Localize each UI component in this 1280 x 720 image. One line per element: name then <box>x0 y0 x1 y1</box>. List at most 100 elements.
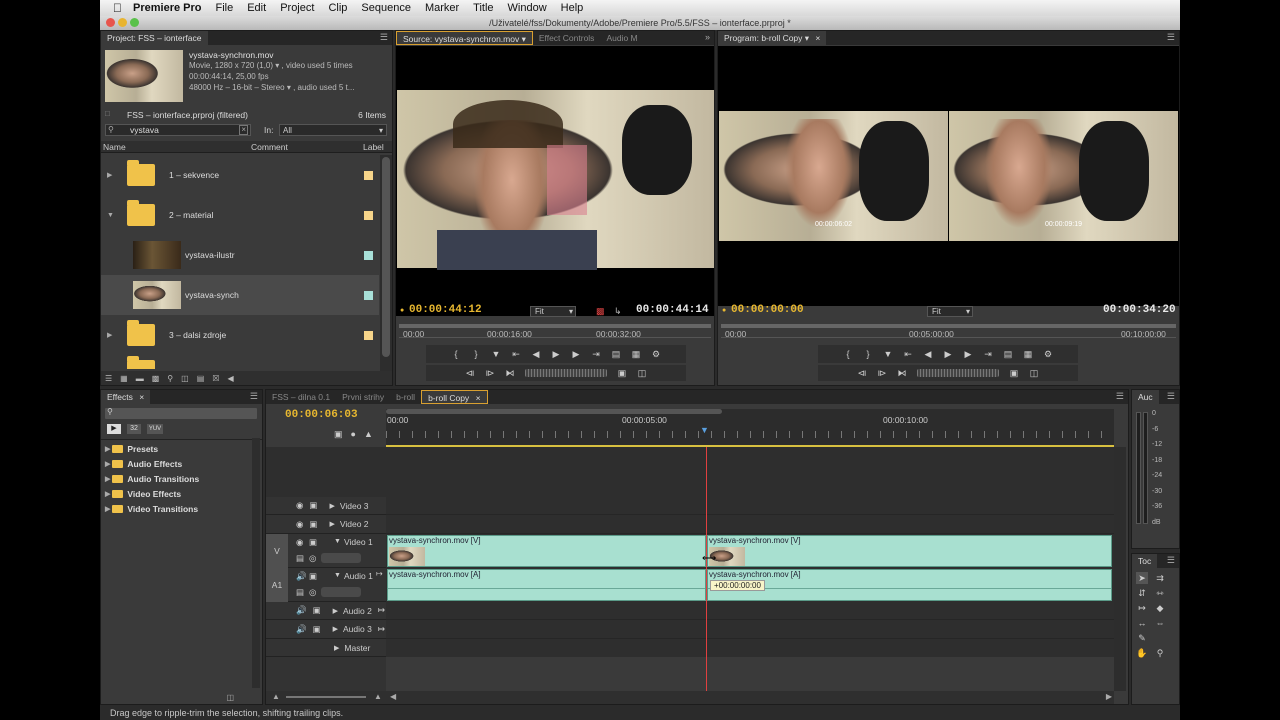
menu-window[interactable]: Window <box>501 0 554 16</box>
keyframe-icon[interactable]: ◎ <box>309 587 316 598</box>
keyframe-nav-control[interactable] <box>321 587 361 597</box>
tab-audio-meters[interactable]: Auc <box>1132 390 1159 404</box>
track-lane-video-3[interactable] <box>386 497 1114 515</box>
close-tab-icon[interactable]: × <box>476 393 481 403</box>
go-to-in-icon[interactable]: ⇤ <box>903 349 913 360</box>
lock-icon[interactable]: ▣ <box>309 519 317 530</box>
mark-in-icon[interactable]: { <box>451 349 461 359</box>
audio-clip[interactable]: vystava-synchron.mov [A] <box>387 569 706 601</box>
video-clip[interactable]: vystava-synchron.mov [V] <box>387 535 706 567</box>
track-lane-audio-3[interactable] <box>386 620 1114 639</box>
track-select-tool-icon[interactable]: ⇉ <box>1154 572 1166 584</box>
extract-icon[interactable]: ▦ <box>1023 349 1033 360</box>
trim-monitor-icon[interactable]: ▣ <box>1009 368 1019 379</box>
insert-clip-icon[interactable]: ▤ <box>611 349 621 360</box>
zoom-window-button[interactable] <box>130 18 139 27</box>
sync-lock-icon[interactable]: ↦ <box>378 624 385 635</box>
minimize-window-button[interactable] <box>118 18 127 27</box>
expander-icon[interactable]: ▶ <box>105 490 110 498</box>
column-label[interactable]: Label <box>363 142 384 152</box>
clear-search-icon[interactable]: × <box>239 125 248 135</box>
project-row-folder[interactable]: ▶ 1 – sekvence <box>101 155 379 195</box>
program-timecode-position[interactable]: 00:00:00:00 <box>731 304 804 316</box>
collapse-icon[interactable]: ▼ <box>334 538 341 545</box>
expander-icon[interactable]: ▶ <box>107 331 112 339</box>
settings-icon[interactable]: ⚙ <box>651 349 661 360</box>
source-track-indicator[interactable]: A1 <box>266 568 288 602</box>
speaker-icon[interactable]: 🔊 <box>296 571 307 582</box>
apple-icon[interactable]:  <box>106 0 126 16</box>
display-style-icon[interactable]: ▤ <box>296 587 304 598</box>
accelerated-effects-icon[interactable]: ▶ <box>107 424 121 434</box>
effects-item[interactable]: ▶ Audio Effects <box>101 456 182 471</box>
menu-marker[interactable]: Marker <box>418 0 466 16</box>
tab-project[interactable]: Project: FSS – ionterface <box>101 31 208 45</box>
delete-icon[interactable]: ☒ <box>212 374 219 383</box>
panel-menu-icon[interactable]: ☰ <box>1167 391 1175 402</box>
scroll-left-icon[interactable]: ◀ <box>390 692 396 701</box>
play-icon[interactable]: ▶ <box>943 349 953 360</box>
collapse-icon[interactable]: ▼ <box>334 572 341 579</box>
menu-app-name[interactable]: Premiere Pro <box>126 0 208 16</box>
loop-icon[interactable]: ⧐ <box>485 368 495 379</box>
keyframe-icon[interactable]: ◎ <box>309 553 316 564</box>
playhead-line[interactable] <box>706 447 707 693</box>
expander-icon[interactable]: ▶ <box>333 625 338 633</box>
find-icon[interactable]: ⚲ <box>167 374 173 383</box>
display-style-icon[interactable]: ▤ <box>296 553 304 564</box>
program-time-ruler[interactable]: 00:00 00:05:00:00 00:10:00:00 <box>721 324 1176 339</box>
expander-icon[interactable]: ▶ <box>105 475 110 483</box>
step-back-icon[interactable]: ◀ <box>531 349 541 360</box>
slide-tool-icon[interactable]: ⇔ <box>1154 617 1166 629</box>
yuv-effects-badge[interactable]: YUV <box>147 424 163 434</box>
zoom-in-icon[interactable]: ▲ <box>374 692 382 701</box>
eye-icon[interactable]: ◉ <box>296 519 303 530</box>
search-input[interactable]: vystava <box>130 125 159 135</box>
automate-icon[interactable]: ▩ <box>152 374 160 383</box>
speaker-icon[interactable]: 🔊 <box>296 605 307 616</box>
selection-tool-icon[interactable]: ➤ <box>1136 572 1148 584</box>
menu-edit[interactable]: Edit <box>240 0 273 16</box>
project-row-folder[interactable]: ▶ 3 – dalsi zdroje <box>101 315 379 355</box>
lock-icon[interactable]: ▣ <box>309 500 317 511</box>
play-in-to-out-icon[interactable]: ⧏ <box>857 368 867 379</box>
close-tab-icon[interactable]: × <box>139 392 144 402</box>
zoom-bar[interactable] <box>721 324 1176 328</box>
output-icon[interactable]: ▣ <box>617 368 627 379</box>
tab-sequence[interactable]: FSS – dilna 0.1 <box>266 390 336 404</box>
tab-effect-controls[interactable]: Effect Controls <box>533 31 601 45</box>
step-forward-icon[interactable]: ▶ <box>571 349 581 360</box>
project-search-field[interactable]: ⚲ vystava × <box>105 124 251 136</box>
menu-help[interactable]: Help <box>554 0 591 16</box>
mark-in-icon[interactable]: { <box>843 349 853 359</box>
effects-item[interactable]: ▶ Presets <box>101 441 158 456</box>
camera-icon[interactable]: ◫ <box>1029 368 1039 379</box>
speaker-icon[interactable]: 🔊 <box>296 624 307 635</box>
panel-menu-icon[interactable]: ☰ <box>1116 391 1124 402</box>
expander-icon[interactable]: ▶ <box>333 607 338 615</box>
panel-menu-icon[interactable]: ☰ <box>1167 32 1175 43</box>
eye-icon[interactable]: ◉ <box>296 537 303 548</box>
add-marker-icon[interactable]: ▼ <box>491 349 501 359</box>
tab-source[interactable]: Source: vystava-synchron.mov ▾ <box>396 31 533 45</box>
eye-icon[interactable]: ◉ <box>296 500 303 511</box>
sync-lock-icon[interactable]: ↦ <box>378 605 385 616</box>
camera-icon[interactable]: ◫ <box>637 368 647 379</box>
settings-icon[interactable]: ⚙ <box>1043 349 1053 360</box>
safe-margins-icon[interactable]: ⧑ <box>897 368 907 379</box>
lock-icon[interactable]: ▣ <box>313 624 321 635</box>
expander-icon[interactable]: ▶ <box>329 502 334 510</box>
panel-menu-icon[interactable]: ☰ <box>250 391 258 402</box>
tab-sequence[interactable]: Prvni strihy <box>336 390 390 404</box>
insert-icon[interactable]: ▩ <box>596 306 605 317</box>
zoom-out-icon[interactable]: ▲ <box>272 692 280 701</box>
tab-effects[interactable]: Effects × <box>101 390 151 404</box>
expander-icon[interactable]: ▶ <box>105 505 110 513</box>
new-bin-icon[interactable]: ◫ <box>226 693 234 702</box>
timeline-ruler[interactable]: 00:00 00:00:05:00 00:00:10:00 ▼ <box>386 409 1114 447</box>
zoom-slider[interactable] <box>286 696 366 698</box>
jog-shuttle-slider[interactable] <box>917 369 999 377</box>
playhead-marker-icon[interactable]: ▼ <box>700 425 709 435</box>
go-to-in-icon[interactable]: ⇤ <box>511 349 521 360</box>
go-to-out-icon[interactable]: ⇥ <box>591 349 601 360</box>
